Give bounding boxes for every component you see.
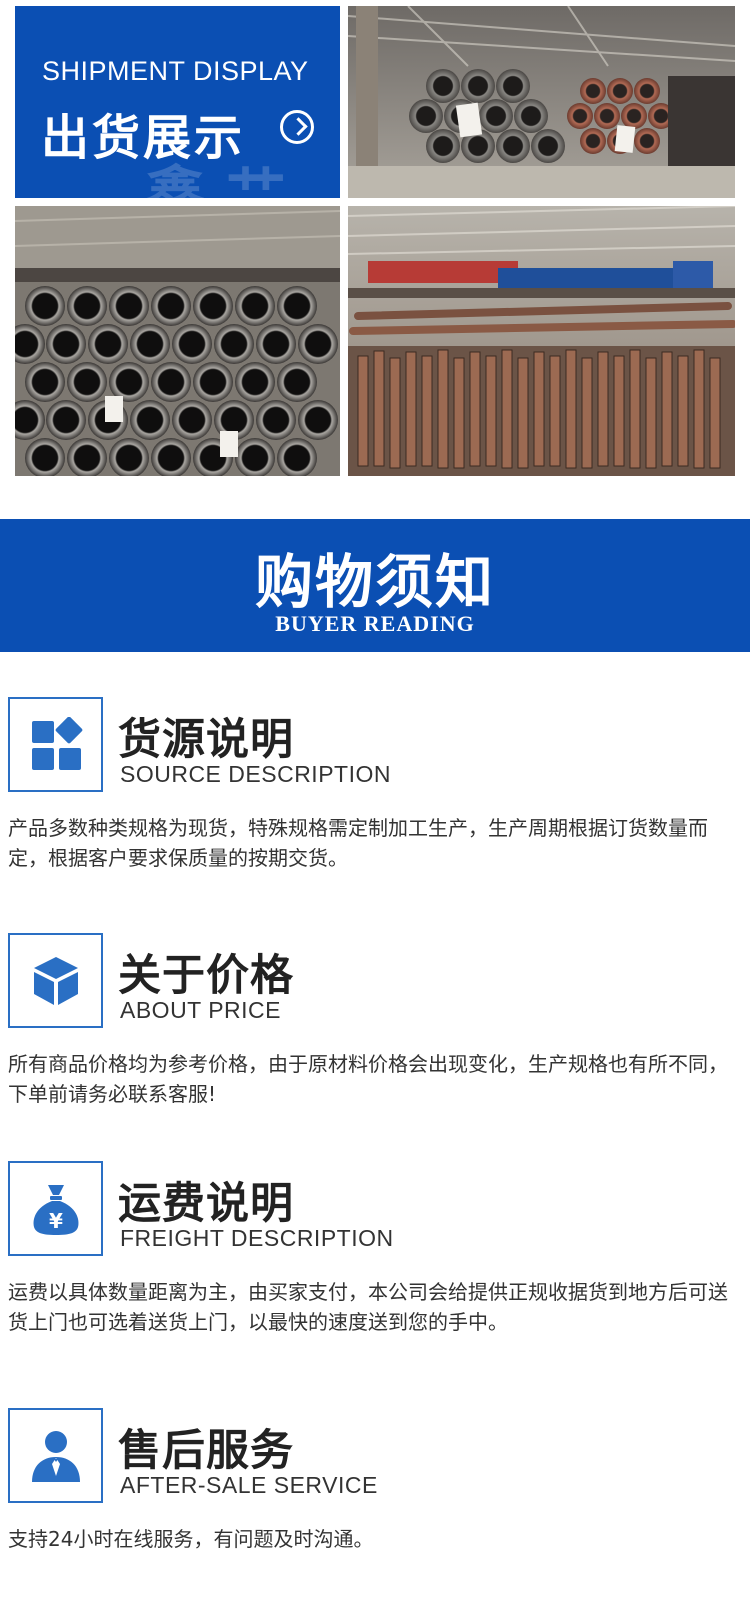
shipment-title-cn: 出货展示 <box>41 110 246 166</box>
notice-title: 运费说明 <box>118 1179 294 1229</box>
pipe-photo-yard-trucks <box>348 206 735 476</box>
service-person-icon <box>8 1408 103 1503</box>
cube-icon <box>8 933 103 1028</box>
notice-text: 产品多数种类规格为现货，特殊规格需定制加工生产，生产周期根据订货数量而定，根据客… <box>8 816 708 870</box>
arrow-right-circle-icon[interactable] <box>280 110 314 144</box>
grid-blocks-icon <box>8 697 103 792</box>
notice-text: 运费以具体数量距离为主，由买家支付，本公司会给提供正规收据货到地方后可送货上门也… <box>8 1280 728 1334</box>
notice-subtitle: FREIGHT DESCRIPTION <box>120 1225 394 1251</box>
notice-title: 货源说明 <box>118 715 294 765</box>
pipe-photo-warehouse-stacks <box>348 6 735 198</box>
notice-title: 售后服务 <box>118 1426 294 1476</box>
svg-text:¥: ¥ <box>49 1209 63 1233</box>
notice-subtitle: SOURCE DESCRIPTION <box>120 761 391 787</box>
notice-text: 支持24小时在线服务，有问题及时沟通。 <box>8 1527 374 1551</box>
notice-subtitle: AFTER-SALE SERVICE <box>120 1472 378 1498</box>
notice-text: 所有商品价格均为参考价格，由于原材料价格会出现变化，生产规格也有所不同，下单前请… <box>8 1052 728 1106</box>
buyer-reading-header: 购物须知 BUYER READING <box>0 519 750 652</box>
shipment-banner[interactable]: 鑫 艹 SHIPMENT DISPLAY 出货展示 <box>15 6 340 198</box>
shipment-title-en: SHIPMENT DISPLAY <box>42 56 309 86</box>
notice-title: 关于价格 <box>118 951 294 1001</box>
pipe-photo-large-bundle <box>15 206 340 476</box>
shipment-gallery: 鑫 艹 SHIPMENT DISPLAY 出货展示 <box>0 0 750 480</box>
buyer-reading-title-en: BUYER READING <box>275 611 475 636</box>
money-bag-icon: ¥ <box>8 1161 103 1256</box>
notice-subtitle: ABOUT PRICE <box>120 997 281 1023</box>
buyer-reading-title-cn: 购物须知 <box>254 548 495 616</box>
